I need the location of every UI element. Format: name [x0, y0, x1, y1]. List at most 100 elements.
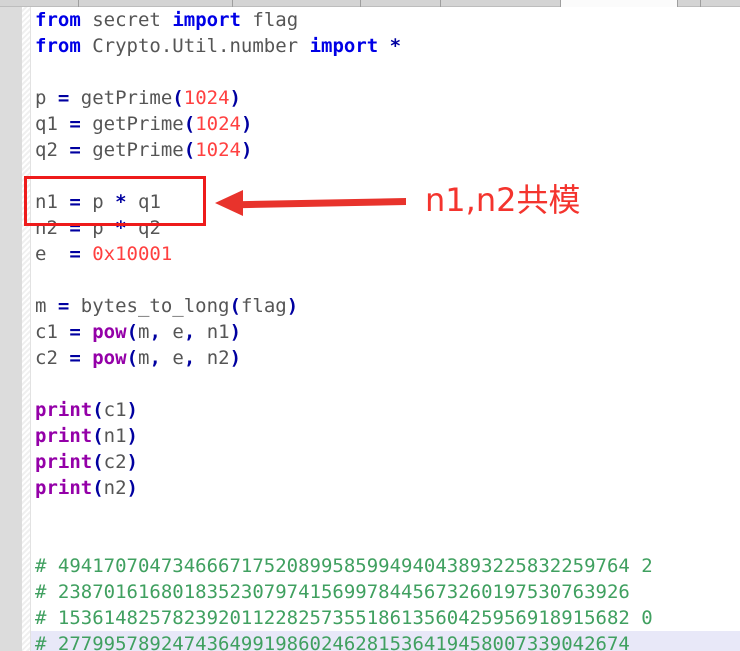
code-token: flag [252, 9, 299, 31]
code-line[interactable] [31, 501, 740, 527]
code-token: 1024 [195, 113, 241, 135]
code-token: q1 [126, 191, 161, 213]
tab-divider [360, 0, 361, 7]
code-line[interactable]: m = bytes_to_long(flag) [31, 293, 740, 319]
code-token: # 23870161680183523079741569978445673260… [35, 581, 630, 603]
code-token: 0x10001 [92, 243, 173, 265]
editor-gutter[interactable] [0, 7, 22, 651]
code-token: c1 [103, 399, 127, 421]
code-token: = [69, 347, 81, 369]
code-token: , [149, 347, 161, 369]
annotation-label: n1,n2共模 [425, 181, 581, 219]
screenshot-root: from secret import flag from Crypto.Util.… [0, 0, 740, 651]
code-token: from [35, 9, 81, 31]
code-line[interactable] [31, 267, 740, 293]
code-line[interactable]: print(c2) [31, 449, 740, 475]
code-line[interactable]: from Crypto.Util.number import * [31, 33, 740, 59]
code-token: n1 [35, 191, 70, 213]
code-token: secret [92, 9, 161, 31]
code-line[interactable] [31, 163, 740, 189]
code-token: # 15361482578239201122825735518613560425… [35, 607, 653, 629]
code-token: ) [286, 295, 299, 317]
code-token: * [389, 35, 402, 57]
code-token: getPrime [80, 139, 184, 161]
code-token: ) [126, 399, 138, 421]
code-token: 1024 [183, 87, 230, 109]
code-token: import [309, 35, 379, 57]
code-token: # 27799578924743649919860246281536419458… [35, 633, 630, 651]
code-token: getPrime [69, 87, 173, 109]
code-token: ( [126, 321, 139, 343]
code-token: bytes_to_long [69, 295, 230, 317]
active-tab[interactable] [560, 0, 678, 7]
code-token: ( [183, 139, 196, 161]
tab-divider [700, 0, 701, 7]
code-line[interactable]: from secret import flag [31, 7, 740, 33]
code-line[interactable]: c2 = pow(m, e, n2) [31, 345, 740, 371]
code-token: 1024 [195, 139, 241, 161]
code-token: n1 [103, 425, 127, 447]
code-line[interactable] [31, 371, 740, 397]
code-token: ( [92, 425, 104, 447]
tab-divider [440, 0, 441, 7]
code-token: ( [92, 399, 104, 421]
code-editor[interactable]: from secret import flag from Crypto.Util.… [31, 7, 740, 651]
code-token: print [35, 425, 93, 447]
code-token: import [172, 9, 241, 31]
code-token: m [138, 321, 150, 343]
code-token: q2 [126, 217, 161, 239]
code-token: e [160, 347, 184, 369]
code-token: n2 [35, 217, 70, 239]
code-line[interactable]: print(n1) [31, 423, 740, 449]
code-line[interactable]: e = 0x10001 [31, 241, 740, 267]
code-token: = [57, 295, 70, 317]
code-token: ( [229, 295, 241, 317]
code-line[interactable]: # 15361482578239201122825735518613560425… [31, 605, 740, 631]
code-line[interactable]: n2 = p * q2 [31, 215, 740, 241]
code-token: = [69, 139, 81, 161]
code-token: = [69, 243, 81, 265]
code-line[interactable]: # 49417070473466671752089958599494043893… [31, 553, 740, 579]
code-token: p [35, 87, 58, 109]
code-token: ) [126, 451, 138, 473]
code-line[interactable]: # 23870161680183523079741569978445673260… [31, 579, 740, 605]
code-token: , [183, 321, 196, 343]
code-line[interactable]: # 27799578924743649919860246281536419458… [31, 631, 740, 651]
code-line[interactable] [31, 527, 740, 553]
code-token: c1 [35, 321, 70, 343]
code-line[interactable]: c1 = pow(m, e, n1) [31, 319, 740, 345]
code-token: getPrime [80, 113, 184, 135]
code-token: q2 [35, 139, 70, 161]
code-token: = [69, 113, 81, 135]
code-token: ( [183, 113, 196, 135]
code-line[interactable]: q1 = getPrime(1024) [31, 111, 740, 137]
code-token: ( [126, 347, 139, 369]
code-token: print [35, 451, 93, 473]
code-token: = [69, 191, 81, 213]
browser-tab-strip[interactable] [0, 0, 740, 7]
code-token: flag [240, 295, 287, 317]
code-token: ) [240, 139, 253, 161]
code-token: n2 [103, 477, 127, 499]
code-token: c2 [103, 451, 127, 473]
code-line[interactable]: print(n2) [31, 475, 740, 501]
code-token: ( [172, 87, 184, 109]
code-line[interactable] [31, 59, 740, 85]
tab-divider [78, 0, 79, 7]
annotation-arrow-head [215, 190, 243, 216]
code-token: * [115, 191, 127, 213]
code-line[interactable]: print(c1) [31, 397, 740, 423]
code-token: m [35, 295, 58, 317]
code-line[interactable]: p = getPrime(1024) [31, 85, 740, 111]
code-token: # 49417070473466671752089958599494043893… [35, 555, 653, 577]
code-line[interactable]: q2 = getPrime(1024) [31, 137, 740, 163]
code-token: p [80, 191, 116, 213]
code-token: p [80, 217, 116, 239]
code-token: ( [92, 451, 104, 473]
